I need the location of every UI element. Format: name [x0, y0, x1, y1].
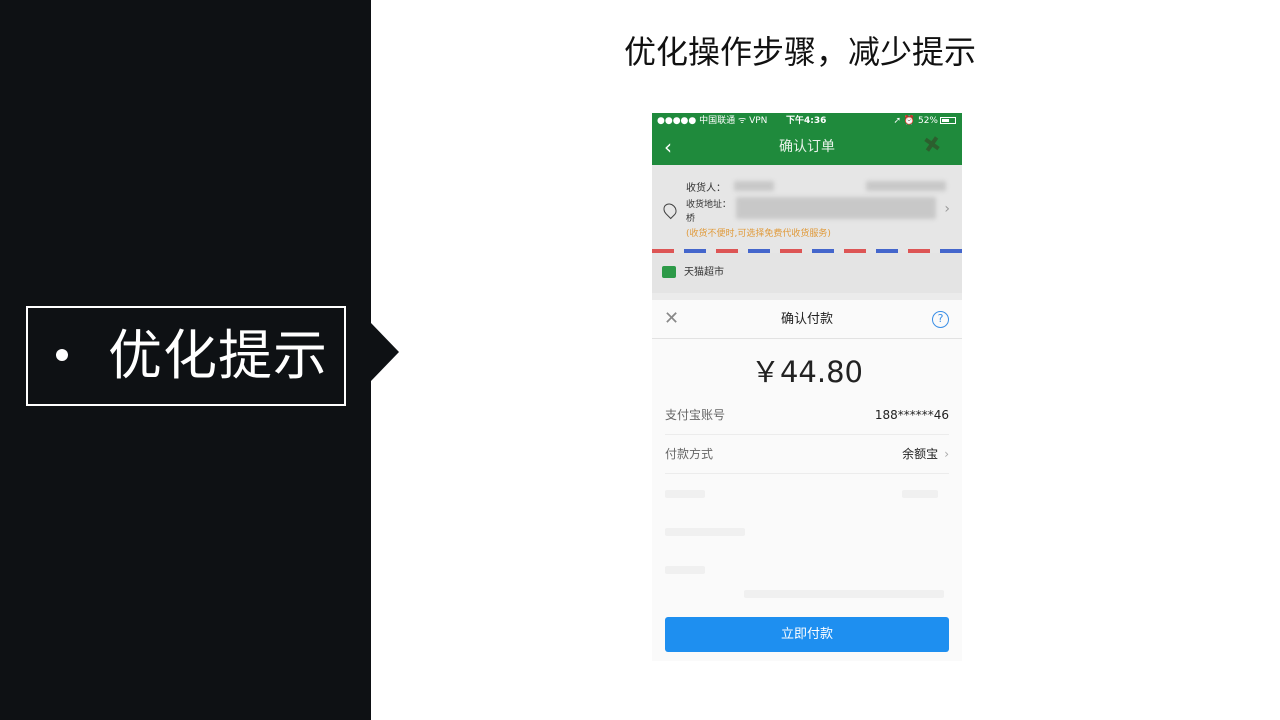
address-label: 收货地址： [686, 200, 732, 210]
shop-icon [662, 266, 676, 278]
pay-now-button[interactable]: 立即付款 [665, 617, 949, 652]
redacted-name [734, 181, 774, 191]
pointer-arrow [371, 323, 399, 381]
payment-sheet: ✕ 确认付款 ? ￥44.80 支付宝账号 188******46 付款方式 余… [652, 300, 962, 661]
faded-row [665, 566, 705, 574]
bullet-text: 优化提示 [108, 324, 328, 387]
nav-title: 确认订单 [779, 139, 835, 155]
address-note: (收货不便时,可选择免费代收货服务) [686, 229, 831, 239]
chevron-right-icon: › [944, 447, 949, 461]
question-icon[interactable]: ? [932, 311, 949, 328]
battery-percent: 52% [917, 116, 938, 126]
account-row: 支付宝账号 188******46 [665, 396, 949, 435]
slide-title: 优化操作步骤，减少提示 [623, 33, 976, 71]
bullet-dot [56, 349, 68, 361]
payment-method-row[interactable]: 付款方式 余额宝 › [665, 435, 949, 474]
method-label: 付款方式 [665, 447, 714, 461]
status-right: ➚ ⏰ 52% [894, 113, 956, 130]
faded-row [665, 528, 745, 536]
redacted-address [736, 197, 936, 219]
status-carrier: ●●●●● 中国联通 ᯤ VPN [657, 116, 768, 126]
status-time: 下午4:36 [786, 116, 827, 126]
faded-row [902, 490, 938, 498]
payment-amount: ￥44.80 [750, 355, 864, 389]
method-value-wrap: 余额宝 › [902, 435, 949, 474]
phone-screenshot: ●●●●● 中国联通 ᯤ VPN 下午4:36 ➚ ⏰ 52% ‹ 确认订单 收… [652, 113, 962, 661]
sheet-header: ✕ 确认付款 ? [652, 300, 962, 339]
method-value: 余额宝 [902, 447, 939, 461]
bullet-box: 优化提示 [26, 306, 346, 406]
receiver-label: 收货人： [686, 183, 726, 194]
address-block[interactable]: 收货人： 收货地址： 桥 › (收货不便时,可选择免费代收货服务) [652, 165, 962, 249]
status-bar: ●●●●● 中国联通 ᯤ VPN 下午4:36 ➚ ⏰ 52% [652, 113, 962, 130]
account-label: 支付宝账号 [665, 408, 726, 422]
decoration-icon [924, 136, 940, 152]
location-pin-icon [660, 200, 680, 220]
address-line-3: 桥 [686, 214, 696, 224]
battery-icon [940, 117, 956, 124]
nav-bar: ‹ 确认订单 [652, 130, 962, 165]
faded-row [744, 590, 944, 598]
shop-name: 天猫超市 [684, 267, 724, 278]
sheet-title: 确认付款 [780, 312, 833, 327]
faded-row [665, 490, 705, 498]
redacted-phone [866, 181, 946, 191]
shop-row: 天猫超市 [652, 253, 962, 293]
account-value: 188******46 [874, 408, 949, 422]
chevron-right-icon: › [944, 201, 950, 217]
